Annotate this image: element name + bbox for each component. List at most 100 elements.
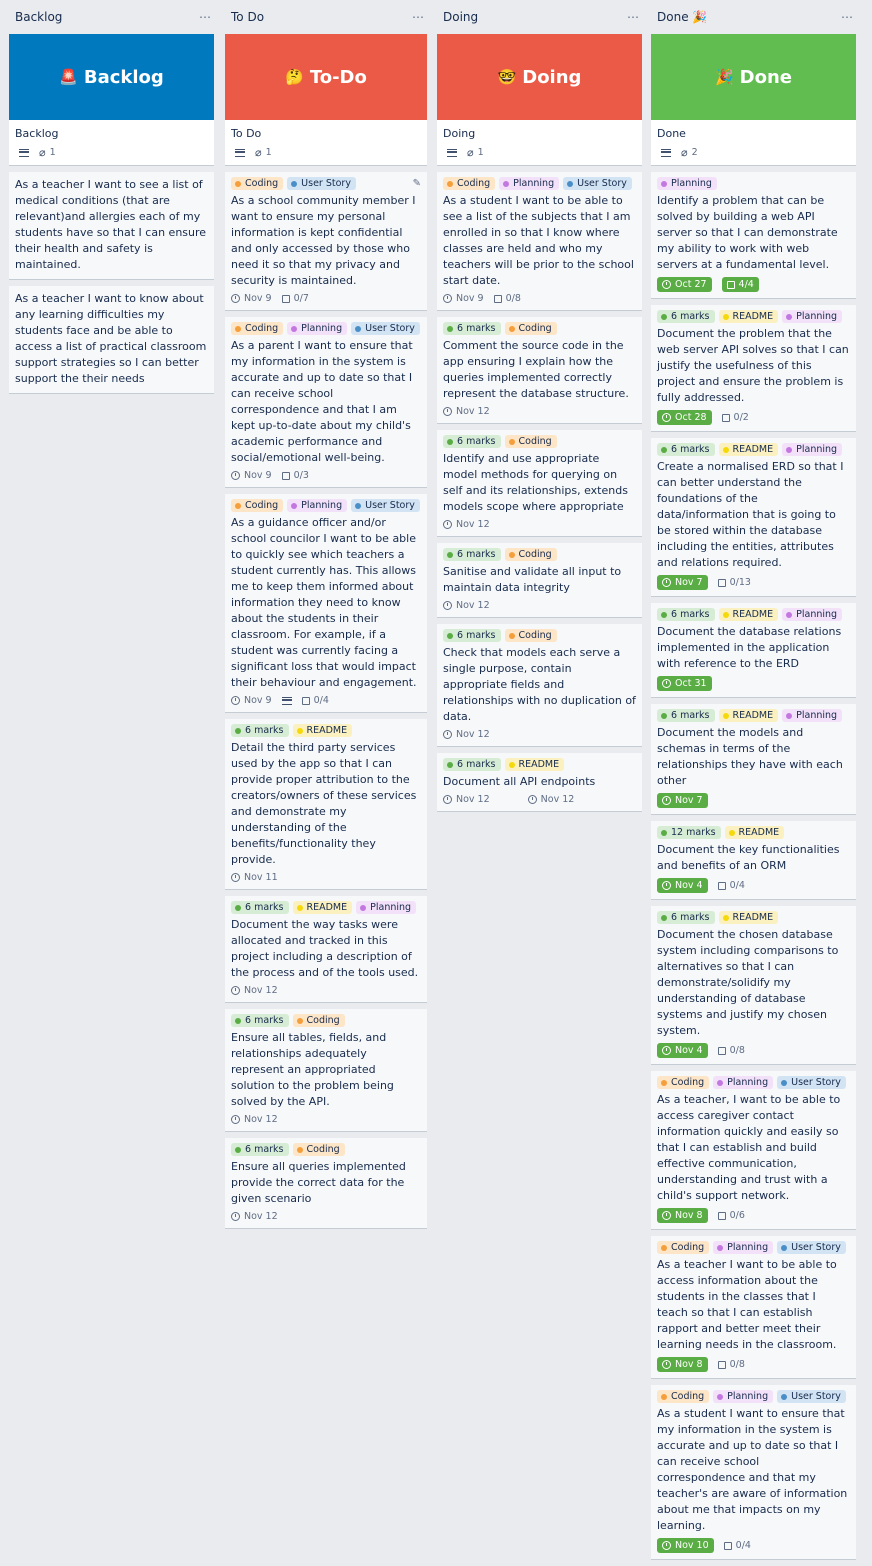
card-label[interactable]: 6 marks: [443, 435, 501, 448]
list-title[interactable]: Doing: [443, 10, 478, 24]
due-date-badge[interactable]: Nov 12: [443, 729, 490, 740]
due-date-badge[interactable]: Nov 9: [231, 695, 272, 706]
task-card[interactable]: 6 marks README Planning Document the models…: [651, 704, 856, 815]
due-date-badge[interactable]: Nov 9: [443, 293, 484, 304]
card-label[interactable]: User Story: [777, 1390, 846, 1403]
task-card[interactable]: Planning Identify a problem that can be s…: [651, 172, 856, 299]
card-label[interactable]: Coding: [231, 499, 284, 512]
card-label[interactable]: User Story: [287, 177, 356, 190]
card-label[interactable]: Planning: [782, 608, 843, 621]
card-label[interactable]: 6 marks: [231, 901, 289, 914]
due-date-badge[interactable]: Nov 9: [231, 293, 272, 304]
task-card[interactable]: 6 marks README Planning Create a normalised…: [651, 438, 856, 597]
due-date-badge[interactable]: Nov 4: [657, 878, 708, 893]
card-label[interactable]: Planning: [356, 901, 417, 914]
due-date-badge[interactable]: Nov 12: [443, 794, 490, 805]
due-date-badge[interactable]: Oct 27: [657, 277, 712, 292]
card-label[interactable]: 6 marks: [443, 758, 501, 771]
card-label[interactable]: Coding: [504, 322, 557, 335]
card-label[interactable]: 6 marks: [443, 322, 501, 335]
due-date-badge[interactable]: Nov 9: [231, 470, 272, 481]
due-date-badge[interactable]: Nov 8: [657, 1208, 708, 1223]
due-date-badge[interactable]: Nov 7: [657, 575, 708, 590]
task-card[interactable]: Coding Planning User Story As a student I w…: [437, 172, 642, 311]
edit-pencil-icon[interactable]: ✎: [413, 178, 421, 189]
card-label[interactable]: Coding: [504, 629, 557, 642]
due-date-badge[interactable]: Nov 11: [231, 872, 278, 883]
task-card[interactable]: As a teacher I want to see a list of med…: [9, 172, 214, 280]
card-label[interactable]: README: [718, 443, 779, 456]
task-card[interactable]: 6 marks README Document all API endpoints N…: [437, 753, 642, 812]
task-card[interactable]: ✎ Coding User Story As a school community m…: [225, 172, 427, 311]
list-menu-icon[interactable]: ⋯: [412, 10, 424, 24]
due-date-badge[interactable]: Nov 12: [231, 985, 278, 996]
task-card[interactable]: 6 marks README Planning Document the proble…: [651, 305, 856, 432]
card-label[interactable]: Planning: [657, 177, 717, 190]
card-label[interactable]: 6 marks: [231, 724, 289, 737]
card-label[interactable]: User Story: [777, 1076, 846, 1089]
card-label[interactable]: Planning: [782, 709, 843, 722]
card-label[interactable]: Planning: [713, 1076, 774, 1089]
card-label[interactable]: 6 marks: [657, 310, 715, 323]
card-label[interactable]: Planning: [782, 443, 843, 456]
card-label[interactable]: 6 marks: [657, 709, 715, 722]
cover-card[interactable]: 🤔 To-Do To Do ⌀ 1: [225, 34, 427, 166]
list-title[interactable]: To Do: [231, 10, 264, 24]
card-label[interactable]: Coding: [504, 548, 557, 561]
task-card[interactable]: As a teacher I want to know about any le…: [9, 286, 214, 394]
card-label[interactable]: Planning: [499, 177, 560, 190]
task-card[interactable]: 12 marks README Document the key functiona…: [651, 821, 856, 900]
due-date-badge[interactable]: Nov 12: [443, 600, 490, 611]
list-menu-icon[interactable]: ⋯: [841, 10, 853, 24]
card-label[interactable]: 6 marks: [657, 911, 715, 924]
card-label[interactable]: README: [504, 758, 565, 771]
task-card[interactable]: 6 marks README Document the chosen databas…: [651, 906, 856, 1065]
task-card[interactable]: Coding Planning User Story As a teacher I w…: [651, 1236, 856, 1379]
card-label[interactable]: Coding: [657, 1390, 710, 1403]
due-date-badge[interactable]: Nov 12: [443, 406, 490, 417]
list-title[interactable]: Backlog: [15, 10, 62, 24]
card-label[interactable]: User Story: [563, 177, 632, 190]
task-card[interactable]: 6 marks Coding Ensure all tables, fields, …: [225, 1009, 427, 1132]
task-card[interactable]: 6 marks README Planning Document the databa…: [651, 603, 856, 698]
task-card[interactable]: Coding Planning User Story As a student I w…: [651, 1385, 856, 1560]
card-label[interactable]: Coding: [504, 435, 557, 448]
list-menu-icon[interactable]: ⋯: [627, 10, 639, 24]
card-label[interactable]: README: [724, 826, 785, 839]
task-card[interactable]: 6 marks Coding Check that models each serv…: [437, 624, 642, 747]
card-label[interactable]: Coding: [657, 1076, 710, 1089]
task-card[interactable]: 6 marks README Detail the third party serv…: [225, 719, 427, 890]
card-label[interactable]: README: [718, 608, 779, 621]
due-date-badge[interactable]: Nov 7: [657, 793, 708, 808]
task-card[interactable]: 6 marks Coding Identify and use appropriat…: [437, 430, 642, 537]
task-card[interactable]: Coding Planning User Story As a parent I wa…: [225, 317, 427, 488]
task-card[interactable]: 6 marks Coding Comment the source code in …: [437, 317, 642, 424]
due-date-badge[interactable]: Nov 10: [657, 1538, 714, 1553]
card-label[interactable]: Coding: [292, 1143, 345, 1156]
card-label[interactable]: README: [292, 901, 353, 914]
cover-card[interactable]: 🎉 Done Done ⌀ 2: [651, 34, 856, 166]
due-date-badge[interactable]: Nov 12: [527, 794, 574, 805]
task-card[interactable]: Coding Planning User Story As a teacher, I …: [651, 1071, 856, 1230]
card-label[interactable]: Planning: [782, 310, 843, 323]
task-card[interactable]: 6 marks Coding Ensure all queries implemen…: [225, 1138, 427, 1229]
card-label[interactable]: README: [292, 724, 353, 737]
card-label[interactable]: Coding: [657, 1241, 710, 1254]
cover-card[interactable]: 🤓 Doing Doing ⌀ 1: [437, 34, 642, 166]
list-menu-icon[interactable]: ⋯: [199, 10, 211, 24]
task-card[interactable]: Coding Planning User Story As a guidance of…: [225, 494, 427, 713]
card-label[interactable]: User Story: [777, 1241, 846, 1254]
card-label[interactable]: Coding: [231, 177, 284, 190]
due-date-badge[interactable]: Oct 31: [657, 676, 712, 691]
card-label[interactable]: Coding: [443, 177, 496, 190]
card-label[interactable]: Coding: [292, 1014, 345, 1027]
card-label[interactable]: 6 marks: [443, 548, 501, 561]
task-card[interactable]: 6 marks README Planning Document the way ta…: [225, 896, 427, 1003]
card-label[interactable]: 6 marks: [231, 1143, 289, 1156]
task-card[interactable]: 6 marks Coding Sanitise and validate all i…: [437, 543, 642, 618]
card-label[interactable]: Planning: [287, 322, 348, 335]
card-label[interactable]: 6 marks: [657, 608, 715, 621]
card-label[interactable]: 6 marks: [443, 629, 501, 642]
list-title[interactable]: Done 🎉: [657, 10, 707, 24]
due-date-badge[interactable]: Nov 12: [231, 1211, 278, 1222]
